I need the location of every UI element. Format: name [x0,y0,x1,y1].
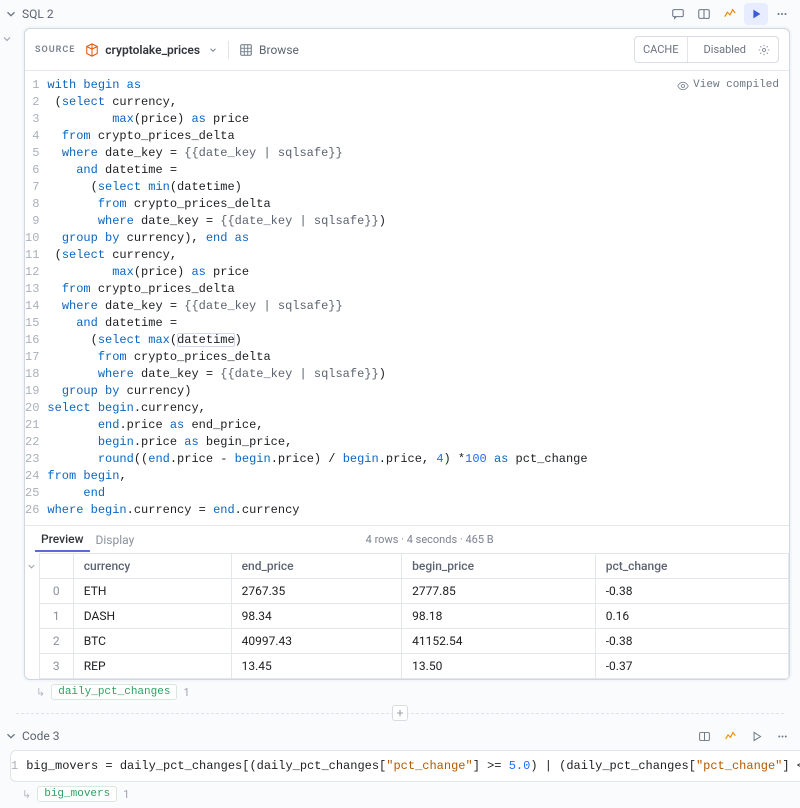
more-icon [775,7,789,21]
spark-icon [723,7,737,21]
line-gutter: 1 [11,751,26,781]
chevron-down-icon [4,7,18,21]
code-area[interactable]: big_movers = daily_pct_changes[(daily_pc… [26,751,800,781]
code-cell-card: 1 big_movers = daily_pct_changes[(daily_… [10,750,800,782]
view-compiled-button[interactable]: View compiled [677,77,779,94]
table-header[interactable] [39,554,73,579]
more-button[interactable] [770,725,794,747]
comment-button[interactable] [666,3,690,25]
table-row[interactable]: 2BTC40997.4341152.54-0.38 [39,629,788,654]
table-row[interactable]: 3REP13.4513.50-0.37 [39,654,788,679]
browse-button[interactable]: Browse [239,43,299,57]
result-table: currencyend_pricebegin_pricepct_change0E… [39,553,789,679]
cache-toggle[interactable]: CACHE Disabled [634,36,779,63]
chevron-down-icon [208,45,218,55]
table-header[interactable]: begin_price [402,554,596,579]
outvar-name: big_movers [37,786,117,802]
spark-icon [724,730,737,743]
sql-cell-card: SOURCE cryptolake_prices Browse CACHE Di [24,28,790,680]
spark-button[interactable] [718,3,742,25]
source-name: cryptolake_prices [105,43,200,57]
browse-label: Browse [259,43,299,57]
table-row[interactable]: 1DASH98.3498.180.16 [39,604,788,629]
run-button[interactable] [744,3,768,25]
outvar-name: daily_pct_changes [51,684,177,700]
chevron-down-icon [26,561,37,572]
arrow-icon: ↳ [36,686,45,699]
chevron-down-icon [4,729,18,743]
cell-title: Code 3 [22,729,692,743]
cache-value: Disabled [696,40,754,59]
table-row[interactable]: 0ETH2767.352777.85-0.38 [39,579,788,604]
cell-header-code: Code 3 [0,722,800,750]
gear-icon [758,44,770,56]
cube-icon [85,43,99,57]
grid-icon [239,43,253,57]
tab-preview[interactable]: Preview [35,528,90,552]
output-variable[interactable]: ↳ big_movers 1 [0,782,800,806]
play-icon [749,7,763,21]
result-tabs: Preview Display 4 rows · 4 seconds · 465… [25,525,789,553]
layout-icon [697,7,711,21]
side-collapse[interactable] [0,28,14,704]
result-meta: 4 rows · 4 seconds · 465 B [140,533,719,546]
line-gutter: 1234567891011121314151617181920212223242… [25,71,47,525]
tab-display[interactable]: Display [90,529,141,551]
comment-icon [671,7,685,21]
play-outline-icon [750,730,763,743]
outvar-count: 1 [123,788,129,801]
panel-button[interactable] [692,725,716,747]
panel-button[interactable] [692,3,716,25]
table-header[interactable]: end_price [231,554,402,579]
add-cell-bar[interactable]: + [0,704,800,722]
python-editor[interactable]: 1 big_movers = daily_pct_changes[(daily_… [11,751,800,781]
table-header[interactable]: currency [73,554,231,579]
layout-icon [698,730,711,743]
chevron-down-icon [1,33,13,45]
source-selector[interactable]: cryptolake_prices [85,43,218,57]
more-icon [776,730,789,743]
code-area[interactable]: with begin as (select currency, max(pric… [47,71,595,525]
collapse-toggle[interactable] [4,7,18,21]
more-button[interactable] [770,3,794,25]
spark-button[interactable] [718,725,742,747]
result-collapse[interactable] [25,553,39,679]
plus-icon: + [392,705,408,721]
cache-label: CACHE [635,37,687,62]
table-header[interactable]: pct_change [595,554,788,579]
divider [228,41,229,59]
arrow-icon: ↳ [22,788,31,801]
outvar-count: 1 [183,686,189,699]
output-variable[interactable]: ↳ daily_pct_changes 1 [14,680,800,704]
eye-icon [677,80,689,92]
source-row: SOURCE cryptolake_prices Browse CACHE Di [25,29,789,71]
collapse-toggle[interactable] [4,729,18,743]
cell-header-sql: SQL 2 [0,0,800,28]
cell-title: SQL 2 [22,7,666,21]
source-label: SOURCE [35,45,75,55]
run-button[interactable] [744,725,768,747]
sql-editor[interactable]: View compiled 12345678910111213141516171… [25,71,789,525]
